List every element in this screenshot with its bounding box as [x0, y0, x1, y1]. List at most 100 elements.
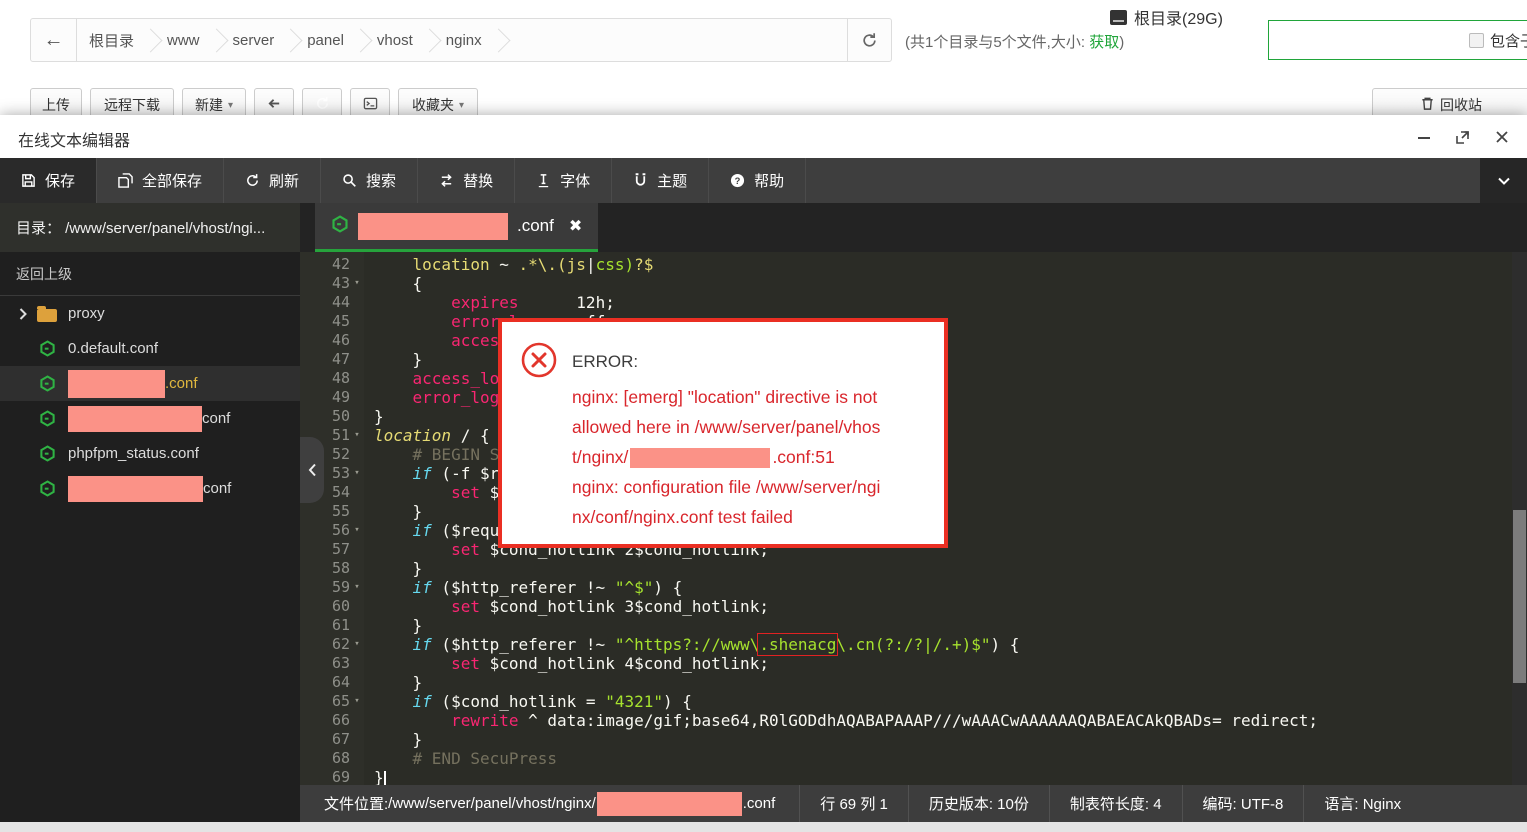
editor-button-label: 主题: [657, 170, 687, 191]
redacted-filename: [68, 406, 202, 432]
fold-spacer: [350, 597, 364, 616]
code-line-43[interactable]: 43▾ {: [300, 274, 1512, 293]
error-title: ERROR:: [572, 352, 638, 372]
include-subdir-checkbox[interactable]: [1469, 33, 1484, 48]
fold-spacer: [350, 369, 364, 388]
code-line-42[interactable]: 42 location ~ .*\.(js|css)?$: [300, 255, 1512, 274]
code-text: location / {: [364, 426, 490, 445]
editor-statusbar: 文件位置: /www/server/panel/vhost/nginx/.con…: [300, 785, 1527, 822]
breadcrumb-item-server[interactable]: server: [221, 32, 287, 49]
code-line-66[interactable]: 66 rewrite ^ data:image/gif;base64,R0lGO…: [300, 711, 1512, 730]
line-number: 43: [300, 274, 350, 293]
fold-spacer: [350, 711, 364, 730]
minimize-icon[interactable]: [1413, 126, 1435, 148]
restore-icon[interactable]: [1452, 126, 1474, 148]
nginx-file-icon: [36, 375, 58, 392]
breadcrumb-item-根目录[interactable]: 根目录: [77, 30, 146, 51]
fetch-size-link[interactable]: 获取: [1089, 34, 1119, 51]
editor-button-主题[interactable]: 主题: [612, 158, 709, 203]
code-line-69[interactable]: 69}: [300, 768, 1512, 785]
code-line-64[interactable]: 64 }: [300, 673, 1512, 692]
breadcrumb-item-panel[interactable]: panel: [295, 32, 356, 49]
editor-button-替换[interactable]: 替换: [418, 158, 515, 203]
editor-button-刷新[interactable]: 刷新: [224, 158, 321, 203]
refresh-icon[interactable]: [847, 19, 891, 61]
expand-chevron-icon[interactable]: [10, 308, 36, 320]
file-sidebar: 目录： /www/server/panel/vhost/ngi... 返回上级 …: [0, 203, 300, 822]
editor-button-搜索[interactable]: 搜索: [321, 158, 418, 203]
code-line-68[interactable]: 68 # END SecuPress: [300, 749, 1512, 768]
sidebar-file-0.default.conf[interactable]: 0.default.conf: [0, 331, 300, 366]
fold-arrow-icon[interactable]: ▾: [350, 426, 364, 445]
code-line-62[interactable]: 62▾ if ($http_referer !~ "^https?://www\…: [300, 635, 1512, 654]
code-text: }: [364, 350, 422, 369]
code-line-44[interactable]: 44 expires 12h;: [300, 293, 1512, 312]
file-name-label: phpfpm_status.conf: [68, 445, 199, 462]
fold-arrow-icon[interactable]: ▾: [350, 464, 364, 483]
code-line-67[interactable]: 67 }: [300, 730, 1512, 749]
svg-text:?: ?: [735, 176, 741, 186]
editor-button-字体[interactable]: 字体: [515, 158, 612, 203]
line-number: 46: [300, 331, 350, 350]
stats-suffix: ): [1119, 34, 1124, 51]
sidebar-file-redacted[interactable]: .conf: [0, 366, 300, 401]
error-message-line: nginx: configuration file /www/server/ng…: [572, 472, 880, 502]
sidebar-folder-proxy[interactable]: proxy: [0, 296, 300, 331]
fm-button-label: 收藏夹: [412, 95, 454, 115]
fold-arrow-icon[interactable]: ▾: [350, 521, 364, 540]
editor-button-保存[interactable]: 保存: [0, 158, 97, 203]
code-line-61[interactable]: 61 }: [300, 616, 1512, 635]
line-number: 60: [300, 597, 350, 616]
close-icon[interactable]: [1491, 126, 1513, 148]
text-cursor: [384, 771, 386, 785]
editor-titlebar[interactable]: 在线文本编辑器: [0, 115, 1527, 158]
editor-button-全部保存[interactable]: 全部保存: [97, 158, 224, 203]
nginx-file-icon: [331, 215, 349, 238]
status-segment: 语言: Nginx: [1304, 785, 1421, 822]
error-circle-x-icon: [520, 341, 558, 379]
breadcrumb-item-nginx[interactable]: nginx: [434, 32, 494, 49]
fold-spacer: [350, 445, 364, 464]
fold-spacer: [350, 331, 364, 350]
code-text: }: [364, 616, 422, 635]
scrollbar-thumb[interactable]: [1513, 510, 1526, 683]
code-text: location ~ .*\.(js|css)?$: [364, 255, 653, 274]
code-line-59[interactable]: 59▾ if ($http_referer !~ "^$") {: [300, 578, 1512, 597]
editor-toolbar: 保存全部保存刷新搜索替换字体 主题 ?帮助: [0, 158, 1527, 203]
fold-arrow-icon[interactable]: ▾: [350, 692, 364, 711]
go-up-link[interactable]: 返回上级: [0, 252, 300, 296]
line-number: 48: [300, 369, 350, 388]
editor-scrollbar[interactable]: [1512, 252, 1527, 785]
fold-spacer: [350, 749, 364, 768]
code-line-63[interactable]: 63 set $cond_hotlink 4$cond_hotlink;: [300, 654, 1512, 673]
fold-arrow-icon[interactable]: ▾: [350, 635, 364, 654]
sidebar-collapse-icon[interactable]: [300, 437, 324, 503]
file-path-suffix: .conf: [743, 795, 776, 812]
directory-path-label: 目录： /www/server/panel/vhost/ngi...: [0, 203, 300, 252]
sidebar-file-redacted[interactable]: conf: [0, 471, 300, 506]
fold-spacer: [350, 730, 364, 749]
status-segment: 历史版本: 10份: [909, 785, 1050, 822]
back-arrow-icon[interactable]: ←: [31, 19, 77, 61]
code-text: }: [364, 559, 422, 578]
sidebar-file-phpfpm_status.conf[interactable]: phpfpm_status.conf: [0, 436, 300, 471]
search-input[interactable]: 包含子: [1268, 20, 1527, 60]
toolbar-expand-chevron-icon[interactable]: [1480, 158, 1527, 203]
include-subdir-label: 包含子: [1490, 30, 1527, 51]
code-line-58[interactable]: 58 }: [300, 559, 1512, 578]
fold-arrow-icon[interactable]: ▾: [350, 578, 364, 597]
code-line-60[interactable]: 60 set $cond_hotlink 3$cond_hotlink;: [300, 597, 1512, 616]
error-message-line: nx/conf/nginx.conf test failed: [572, 502, 880, 532]
code-text: if ($cond_hotlink = "4321") {: [364, 692, 692, 711]
search-icon: [342, 173, 357, 188]
breadcrumb-item-vhost[interactable]: vhost: [365, 32, 425, 49]
directory-stats: (共1个目录与5个文件,大小: 获取): [905, 31, 1124, 52]
editor-button-帮助[interactable]: ?帮助: [709, 158, 806, 203]
tab-close-icon[interactable]: ✖: [569, 216, 582, 236]
fold-arrow-icon[interactable]: ▾: [350, 274, 364, 293]
error-message: nginx: [emerg] "location" directive is n…: [572, 382, 880, 532]
code-line-65[interactable]: 65▾ if ($cond_hotlink = "4321") {: [300, 692, 1512, 711]
sidebar-file-redacted[interactable]: conf: [0, 401, 300, 436]
tab-active-conf-file[interactable]: .conf ✖: [315, 203, 598, 252]
root-disk-info[interactable]: 根目录(29G): [1110, 5, 1223, 29]
